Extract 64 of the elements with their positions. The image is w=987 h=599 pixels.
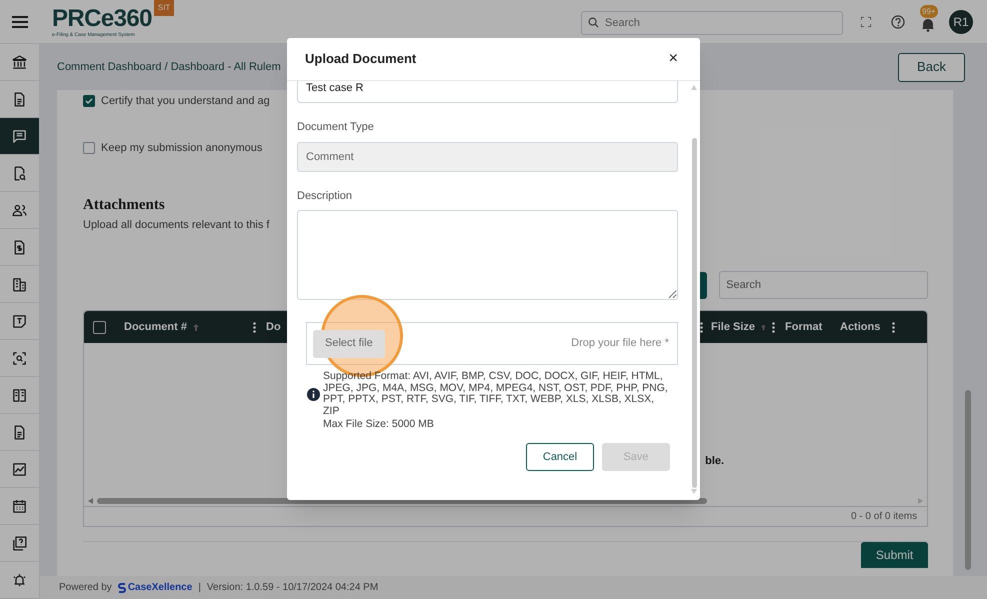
section-subtitle: Upload all documents relevant to this f [83,218,270,232]
empty-message: ble. [705,454,724,469]
nav-icon [11,276,28,292]
checkbox-label: Certify that you understand and ag [101,94,270,109]
select-all-checkbox[interactable] [93,320,106,334]
column-menu-icon[interactable] [892,322,895,332]
nav-icon [11,572,28,588]
check-icon [85,97,93,106]
cancel-button[interactable]: Cancel [526,442,594,471]
version-info: Version: 1.0.59 - 10/17/2024 04:24 PM [206,581,378,595]
bell-icon[interactable] [921,16,935,32]
sidebar-item[interactable] [0,118,39,155]
column-menu-icon[interactable] [700,322,703,332]
section-title: Attachments [83,196,165,215]
nav-icon [11,498,28,514]
nav-icon [11,460,28,478]
help-icon[interactable] [891,14,905,28]
menu-icon[interactable] [12,16,28,28]
nav-icon [11,534,28,552]
table-search-field[interactable]: Search [719,271,928,299]
column-header[interactable]: Do [266,318,281,336]
nav-icon [11,312,28,330]
dialog-scrollbar[interactable] [692,138,696,488]
supported-formats-text: Supported Format: AVI, AVIF, BMP, CSV, DOC, DOCX, GIF, HEIF, HTML, JPEG, JPG, M4A, MSG, MOV, MP4, MPEG4, NST, OST, PDF, PHP, PNG, PPT, PPTX, PST, RTF, SVG, TIF, TIFF, TXT, WEBP, XLS, XLSB, XLSX, ZIP [323,371,668,417]
column-menu-icon[interactable] [772,322,775,332]
search-icon [588,16,599,28]
pager-info: 0 - 0 of 0 items [850,510,918,524]
column-header[interactable]: Actions [840,318,880,336]
notification-count: 99+ [920,4,938,18]
search-field[interactable]: Search [581,10,843,34]
powered-by-label: Powered by [59,581,112,595]
drop-hint: Drop your file here * [571,336,669,352]
checkbox[interactable] [83,95,95,108]
separator: | [198,581,201,595]
brand-logo-icon [118,582,126,592]
checkbox[interactable] [83,142,95,154]
max-file-size-text: Max File Size: 5000 MB [323,417,435,432]
column-menu-icon[interactable] [253,322,256,332]
column-header[interactable]: Format [785,318,822,336]
info-icon [307,388,320,400]
environment-badge: SIT [154,0,174,16]
back-button[interactable]: Back [898,52,965,82]
scroll-left-icon[interactable] [88,498,93,504]
logo: PRCe360 [52,6,152,32]
brand-name: CaseXellence [128,581,192,595]
close-button[interactable]: × [668,51,678,67]
column-header[interactable]: Document # [124,318,187,336]
select-file-button[interactable]: Select file [313,330,385,358]
dialog-title: Upload Document [305,50,416,68]
checkbox-label: Keep my submission anonymous [101,140,262,156]
user-avatar[interactable]: R1 [949,10,973,34]
title-field[interactable]: Test case R [297,81,678,103]
page-scrollbar[interactable] [965,390,972,570]
file-drop-zone[interactable]: Select file Drop your file here * [306,322,678,365]
field-label: Description [297,188,354,204]
field-label: Document Type [297,120,375,135]
column-header[interactable]: File Size [711,318,756,336]
submit-button[interactable]: Submit [861,542,928,568]
nav-icon [11,386,28,404]
fullscreen-icon[interactable] [861,16,871,26]
nav-icon [11,128,28,144]
breadcrumb: Comment Dashboard / Dashboard - All Rulem [57,60,281,75]
nav-icon [11,350,28,366]
nav-icon [11,54,28,70]
